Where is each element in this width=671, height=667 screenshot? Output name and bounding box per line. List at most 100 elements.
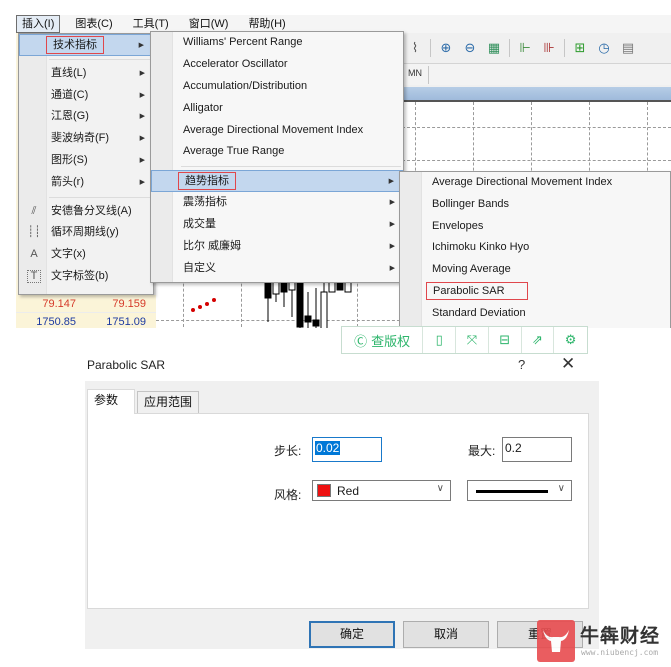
max-input[interactable]: 0.2 bbox=[502, 437, 572, 462]
site-logo: 牛犇财经 www.niubencj.com bbox=[537, 612, 671, 667]
menu-item-text-label[interactable]: T 文字标签(b) bbox=[19, 266, 153, 288]
insert-menu: 技术指标 ▶ 直线(L) ▶ 通道(C) ▶ 江恩(G) ▶ 斐波纳奇(F) ▶ 图形(… bbox=[18, 33, 154, 295]
save-icon[interactable]: ⊟ bbox=[489, 327, 522, 353]
share-icon[interactable]: ⇗ bbox=[522, 327, 555, 353]
menu-item-gann[interactable]: 江恩(G) ▶ bbox=[19, 106, 153, 128]
zoom-in-icon[interactable]: ⊕ bbox=[437, 39, 455, 57]
menu-item-label: 通道(C) bbox=[51, 88, 89, 101]
quote-row[interactable]: 79.147 79.159 bbox=[16, 295, 156, 313]
color-select[interactable]: Red ∨ bbox=[312, 480, 451, 501]
parameters-panel: 步长: 0.02 最大: 0.2 风格: Red ∨ ∨ bbox=[87, 413, 589, 609]
menu-item-label: Accumulation/Distribution bbox=[183, 79, 308, 92]
settings-icon[interactable]: ⚙ bbox=[554, 327, 587, 353]
submenu-arrow-icon: ▶ bbox=[139, 135, 145, 143]
menu-item-accumulation-distribution[interactable]: Accumulation/Distribution bbox=[151, 76, 403, 98]
menu-item-admi[interactable]: Average Directional Movement Index bbox=[151, 120, 403, 142]
tab-parameters[interactable]: 参数 bbox=[87, 389, 135, 414]
line-chart-icon[interactable]: ⌇ bbox=[406, 39, 424, 57]
menu-item-average-true-range[interactable]: Average True Range bbox=[151, 141, 403, 163]
submenu-arrow-icon: ▶ bbox=[388, 178, 394, 186]
cancel-button[interactable]: 取消 bbox=[403, 621, 489, 648]
menu-insert[interactable]: 插入(I) bbox=[16, 15, 61, 33]
mt4-window: 插入(I) 图表(C) 工具(T) 窗口(W) 帮助(H) ⌇ ⊕ ⊖ ▦ ⊩ … bbox=[16, 15, 671, 328]
menu-item-andrews-pitchfork[interactable]: ⫽ 安德鲁分叉线(A) bbox=[19, 201, 153, 223]
menu-item-accelerator-oscillator[interactable]: Accelerator Oscillator bbox=[151, 54, 403, 76]
ok-button[interactable]: 确定 bbox=[309, 621, 395, 648]
help-button[interactable]: ? bbox=[518, 357, 525, 372]
max-value: 0.2 bbox=[505, 441, 522, 455]
menu-item-label: 循环周期线(y) bbox=[51, 226, 119, 239]
menu-item-cycle-lines[interactable]: ┊┊ 循环周期线(y) bbox=[19, 222, 153, 244]
toolbar-separator bbox=[509, 39, 510, 57]
menu-item-williams-percent-range[interactable]: Williams' Percent Range bbox=[151, 32, 403, 54]
menu-item-alligator[interactable]: Alligator bbox=[151, 98, 403, 120]
menu-item-label: Standard Deviation bbox=[432, 306, 526, 319]
menu-item-fibonacci[interactable]: 斐波纳奇(F) ▶ bbox=[19, 128, 153, 150]
style-label: 风格: bbox=[274, 488, 302, 502]
zoom-out-icon[interactable]: ⊖ bbox=[461, 39, 479, 57]
text-label-icon: T bbox=[27, 269, 41, 283]
submenu-arrow-icon: ▶ bbox=[138, 42, 144, 49]
submenu-arrow-icon: ▶ bbox=[389, 243, 395, 251]
step-input[interactable]: 0.02 bbox=[312, 437, 382, 462]
menu-item-shapes[interactable]: 图形(S) ▶ bbox=[19, 150, 153, 172]
menu-item-moving-average[interactable]: Moving Average bbox=[400, 259, 670, 281]
trend-submenu: Average Directional Movement Index Bolli… bbox=[399, 171, 671, 328]
tile-windows-icon[interactable]: ▦ bbox=[485, 39, 503, 57]
line-style-select[interactable]: ∨ bbox=[467, 480, 572, 501]
color-name: Red bbox=[337, 484, 360, 498]
templates-icon[interactable]: ▤ bbox=[619, 39, 637, 57]
tab-visualization[interactable]: 应用范围 bbox=[137, 391, 200, 413]
menu-separator bbox=[181, 166, 401, 168]
menu-item-text[interactable]: A 文字(x) bbox=[19, 244, 153, 266]
menu-item-parabolic-sar[interactable]: Parabolic SAR bbox=[400, 281, 670, 303]
dialog-title: Parabolic SAR bbox=[87, 358, 166, 372]
copyright-label: 查版权 bbox=[371, 333, 411, 349]
submenu-arrow-icon: ▶ bbox=[389, 221, 395, 229]
menu-item-label: Ichimoku Kinko Hyo bbox=[432, 241, 530, 254]
menu-item-label: 趋势指标 bbox=[185, 175, 229, 188]
menu-item-oscillators[interactable]: 震荡指标 ▶ bbox=[151, 192, 403, 214]
menu-item-label: 图形(S) bbox=[51, 153, 88, 166]
highlight-box: 趋势指标 bbox=[178, 172, 236, 191]
menu-item-lines[interactable]: 直线(L) ▶ bbox=[19, 63, 153, 85]
auto-scroll-icon[interactable]: ⊪ bbox=[540, 39, 558, 57]
menu-item-ichimoku[interactable]: Ichimoku Kinko Hyo bbox=[400, 237, 670, 259]
menu-item-trend[interactable]: 趋势指标 ▶ bbox=[151, 170, 403, 193]
toolbar-separator bbox=[564, 39, 565, 57]
submenu-arrow-icon: ▶ bbox=[139, 156, 145, 164]
andrews-pitchfork-icon: ⫽ bbox=[31, 204, 37, 217]
line-style-preview bbox=[476, 490, 548, 493]
menu-item-arrows[interactable]: 箭头(r) ▶ bbox=[19, 172, 153, 194]
menu-item-standard-deviation[interactable]: Standard Deviation bbox=[400, 303, 670, 325]
color-swatch bbox=[317, 484, 331, 497]
menu-item-label: 比尔 威廉姆 bbox=[183, 240, 242, 253]
quote-row[interactable]: 1750.85 1751.09 bbox=[16, 313, 156, 328]
indicators-submenu: Williams' Percent Range Accelerator Osci… bbox=[150, 31, 404, 283]
menu-charts[interactable]: 图表(C) bbox=[70, 15, 117, 33]
menu-item-custom[interactable]: 自定义 ▶ bbox=[151, 258, 403, 280]
chart-toolbar: ⌇ ⊕ ⊖ ▦ ⊩ ⊪ ⊞ ◷ ▤ bbox=[404, 36, 671, 60]
menu-item-label: 成交量 bbox=[183, 218, 216, 231]
menu-item-admi[interactable]: Average Directional Movement Index bbox=[400, 172, 670, 194]
menu-item-label: 箭头(r) bbox=[51, 175, 84, 188]
timeframe-mn[interactable]: MN bbox=[408, 68, 422, 78]
menu-item-bollinger-bands[interactable]: Bollinger Bands bbox=[400, 194, 670, 216]
add-indicator-icon[interactable]: ⊞ bbox=[571, 39, 589, 57]
close-button[interactable]: ✕ bbox=[561, 354, 575, 374]
period-clock-icon[interactable]: ◷ bbox=[595, 39, 613, 57]
menu-item-label: Average Directional Movement Index bbox=[432, 176, 613, 188]
chart-shift-icon[interactable]: ⊩ bbox=[516, 39, 534, 57]
menu-item-label: Williams' Percent Range bbox=[183, 36, 303, 48]
menu-item-channels[interactable]: 通道(C) ▶ bbox=[19, 85, 153, 107]
menu-item-bill-williams[interactable]: 比尔 威廉姆 ▶ bbox=[151, 236, 403, 258]
fullscreen-icon[interactable]: ⤧ bbox=[456, 327, 489, 353]
menu-item-indicators[interactable]: 技术指标 ▶ bbox=[19, 34, 153, 56]
tablet-icon[interactable]: ▯ bbox=[423, 327, 457, 353]
menu-item-label: 斐波纳奇(F) bbox=[51, 132, 110, 145]
menu-item-envelopes[interactable]: Envelopes bbox=[400, 216, 670, 238]
copyright-check-button[interactable]: Ⓒ 查版权 bbox=[342, 327, 424, 353]
menu-item-volumes[interactable]: 成交量 ▶ bbox=[151, 214, 403, 236]
menu-item-label: 文字(x) bbox=[51, 248, 86, 261]
menu-item-label: 自定义 bbox=[183, 261, 216, 274]
